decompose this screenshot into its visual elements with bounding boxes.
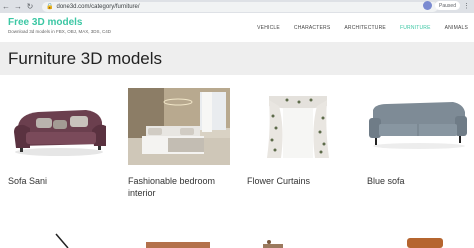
site-logo[interactable]: Free 3D models — [8, 17, 82, 28]
nav-architecture[interactable]: ARCHITECTURE — [344, 25, 386, 31]
product-card[interactable]: Blue sofa — [367, 88, 469, 186]
product-title[interactable]: Flower Curtains — [247, 175, 357, 187]
blue-sofa-image[interactable] — [367, 88, 469, 165]
nav-furniture[interactable]: FURNITURE — [400, 25, 431, 31]
menu-dots-icon[interactable]: ⋮ — [463, 2, 470, 10]
avatar[interactable] — [423, 1, 433, 10]
bedroom-interior-image[interactable] — [128, 88, 230, 165]
profile-button[interactable]: Paused — [435, 1, 460, 10]
product-card[interactable]: Flower Curtains — [247, 88, 349, 186]
lock-icon: 🔒 — [46, 4, 54, 10]
product-card[interactable]: Sofa Sani — [8, 88, 110, 186]
nav-animals[interactable]: ANIMALS — [445, 25, 468, 31]
product-title[interactable]: Blue sofa — [367, 175, 474, 187]
address-bar[interactable]: 🔒 done3d.com/category/furniture/ — [42, 1, 438, 12]
page-title: Furniture 3D models — [8, 49, 163, 68]
product-card[interactable]: Fashionable bedroom interior — [128, 88, 230, 198]
flower-curtains-image[interactable] — [247, 88, 349, 165]
title-band: Furniture 3D models — [0, 42, 474, 75]
nav-characters[interactable]: CHARACTERS — [294, 25, 330, 31]
back-icon[interactable]: ← — [0, 0, 12, 13]
product-title[interactable]: Sofa Sani — [8, 175, 118, 187]
reload-icon[interactable]: ↻ — [24, 0, 36, 13]
url-text: done3d.com/category/furniture/ — [56, 3, 140, 10]
sofa-sani-image[interactable] — [8, 88, 110, 165]
site-tagline: Download 3d models in FBX, OBJ, MAX, 3DS… — [8, 29, 112, 34]
site-header: Free 3D models Download 3d models in FBX… — [0, 13, 474, 40]
forward-icon[interactable]: → — [12, 0, 24, 13]
browser-toolbar: ← → ↻ 🔒 done3d.com/category/furniture/ P… — [0, 0, 474, 13]
main-nav: VEHICLE CHARACTERS ARCHITECTURE FURNITUR… — [257, 25, 468, 31]
product-title[interactable]: Fashionable bedroom interior — [128, 175, 238, 199]
nav-vehicle[interactable]: VEHICLE — [257, 25, 280, 31]
